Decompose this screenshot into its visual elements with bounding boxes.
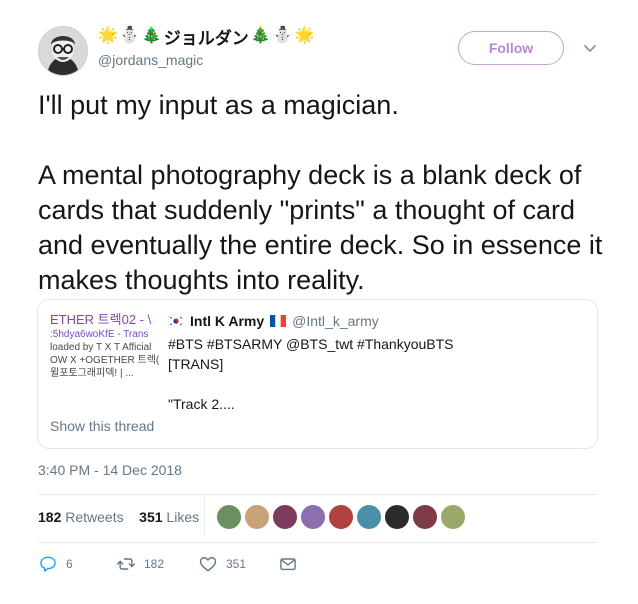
- liker-avatar[interactable]: [244, 504, 270, 530]
- display-name-text: ジョルダン: [163, 28, 249, 48]
- retweets-stat[interactable]: 182 Retweets: [38, 509, 124, 525]
- liker-avatar[interactable]: [412, 504, 438, 530]
- likes-stat[interactable]: 351 Likes: [139, 509, 199, 525]
- envelope-icon: [280, 558, 296, 571]
- reply-count: 6: [66, 557, 73, 571]
- south-korea-flag-icon: [168, 315, 184, 327]
- like-button[interactable]: 351: [198, 554, 278, 574]
- liker-avatar[interactable]: [272, 504, 298, 530]
- reply-icon: [40, 556, 56, 572]
- show-thread-link[interactable]: Show this thread: [50, 418, 154, 434]
- tree-emoji: 🎄: [141, 27, 162, 44]
- thumbnail-line: 뮐포토그래피덱! | ...: [50, 368, 134, 379]
- like-count: 351: [226, 557, 247, 571]
- tree-emoji: 🎄: [250, 27, 271, 44]
- follow-button[interactable]: Follow: [458, 31, 564, 65]
- liker-avatar[interactable]: [384, 504, 410, 530]
- retweets-count: 182: [38, 509, 62, 525]
- thumbnail-line: OW X +OGETHER 트렉(: [50, 355, 160, 366]
- quote-line: [TRANS]: [168, 356, 224, 372]
- quote-line: #BTS #BTSARMY @BTS_twt #ThankyouBTS: [168, 336, 454, 352]
- snowman-emoji: ⛄: [272, 27, 293, 44]
- reply-button[interactable]: 6: [38, 554, 116, 574]
- author-handle[interactable]: @jordans_magic: [98, 52, 203, 68]
- magician-avatar-icon: [39, 27, 87, 75]
- author-avatar[interactable]: [38, 26, 88, 76]
- tweet-actions: 6 182 351: [38, 554, 298, 574]
- quote-body: #BTS #BTSARMY @BTS_twt #ThankyouBTS [TRA…: [168, 334, 588, 414]
- heart-icon: [199, 557, 217, 572]
- retweet-count: 182: [144, 557, 165, 571]
- star-emoji: 🌟: [294, 27, 315, 44]
- quote-line: "Track 2....: [168, 396, 235, 412]
- france-flag-icon: [270, 315, 287, 327]
- quote-header: Intl K Army @Intl_k_army: [168, 313, 379, 329]
- tweet-text: I'll put my input as a magician. A menta…: [38, 90, 603, 295]
- liker-avatar[interactable]: [356, 504, 382, 530]
- liker-avatar[interactable]: [216, 504, 242, 530]
- quote-author-name[interactable]: Intl K Army: [190, 313, 264, 329]
- direct-message-button[interactable]: [278, 554, 298, 574]
- tweet-stats: 182 Retweets 351 Likes: [38, 509, 199, 525]
- thumbnail-line: :5hdya6woKfE - Trans: [50, 329, 149, 340]
- quote-line: [168, 374, 588, 394]
- retweet-icon: [116, 558, 136, 570]
- display-name[interactable]: 🌟 ⛄ 🎄 ジョルダン 🎄 ⛄ 🌟: [98, 24, 315, 48]
- star-emoji: 🌟: [98, 27, 118, 44]
- quote-thumbnail: ETHER 트렉02 - \ :5hdya6woKfE - Trans load…: [50, 312, 164, 412]
- retweets-label: Retweets: [65, 509, 124, 525]
- thumbnail-line: loaded by T X T Afficial: [50, 342, 152, 353]
- likes-count: 351: [139, 509, 163, 525]
- divider: [38, 542, 598, 543]
- tweet-timestamp[interactable]: 3:40 PM - 14 Dec 2018: [38, 462, 182, 478]
- quote-author-handle[interactable]: @Intl_k_army: [292, 313, 379, 329]
- thumbnail-line: ETHER 트렉02 - \: [50, 312, 152, 327]
- divider: [38, 494, 598, 495]
- liker-avatar[interactable]: [300, 504, 326, 530]
- liker-avatar[interactable]: [440, 504, 466, 530]
- stats-divider: [204, 496, 205, 536]
- likes-label: Likes: [166, 509, 200, 525]
- likers-avatars: [216, 504, 466, 530]
- snowman-emoji: ⛄: [119, 27, 140, 44]
- chevron-down-icon[interactable]: [580, 38, 600, 58]
- quoted-tweet[interactable]: ETHER 트렉02 - \ :5hdya6woKfE - Trans load…: [37, 299, 598, 449]
- retweet-button[interactable]: 182: [116, 554, 198, 574]
- liker-avatar[interactable]: [328, 504, 354, 530]
